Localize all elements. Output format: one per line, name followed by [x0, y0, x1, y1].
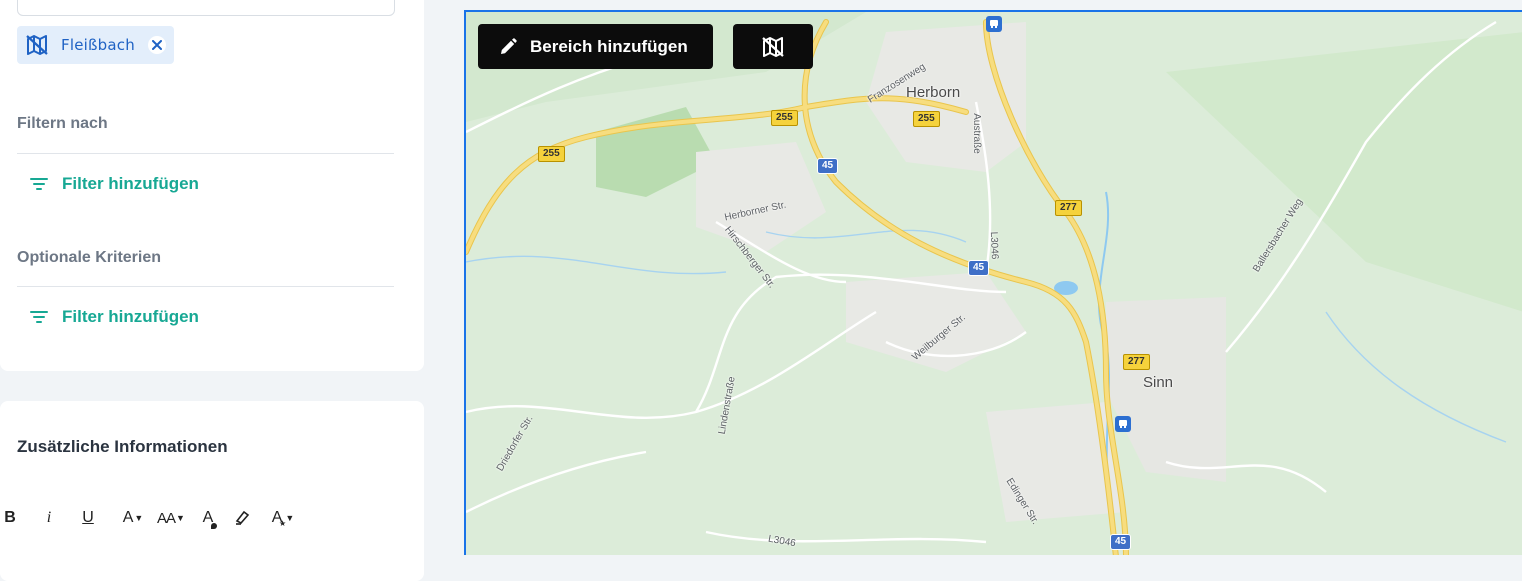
optional-section-label: Optionale Kriterien	[17, 249, 162, 266]
chevron-down-icon: ▼	[285, 513, 295, 523]
highlight-button[interactable]	[231, 505, 253, 531]
italic-button[interactable]: i	[39, 505, 59, 531]
add-area-button[interactable]: Bereich hinzufügen	[478, 24, 713, 69]
filter-icon	[29, 307, 49, 327]
road-shield-a45: 45	[817, 158, 839, 174]
underline-label: U	[82, 509, 94, 526]
road-shield-a45: 45	[1110, 534, 1132, 550]
road-shield-a45: 45	[968, 260, 990, 276]
street-label: Austraße	[970, 113, 982, 154]
underline-button[interactable]: U	[78, 505, 98, 531]
road-shield-b277: 277	[1055, 200, 1082, 216]
chevron-down-icon: ▼	[134, 513, 144, 523]
location-chip-label: Fleißbach	[61, 36, 135, 54]
location-chip: Fleißbach	[17, 26, 174, 64]
add-optional-filter-button[interactable]: Filter hinzufügen	[29, 307, 199, 327]
add-filter-label: Filter hinzufügen	[62, 174, 199, 193]
road-shield-b277: 277	[1123, 354, 1150, 370]
street-label: L3046	[987, 231, 1000, 260]
add-optional-filter-label: Filter hinzufügen	[62, 307, 199, 326]
font-color-button[interactable]: A ▼	[120, 505, 146, 531]
pencil-icon	[498, 37, 518, 57]
font-size-button[interactable]: AA ▼	[156, 505, 186, 531]
map-hidden-icon	[25, 33, 49, 57]
close-icon[interactable]	[148, 36, 166, 54]
train-station-icon[interactable]	[986, 16, 1002, 32]
color-drop-icon	[211, 523, 217, 529]
map-view[interactable]: Herborn Sinn Franzosenweg Austraße Herbo…	[464, 10, 1522, 555]
place-label-sinn: Sinn	[1143, 374, 1174, 391]
font-color-label: A	[122, 509, 134, 526]
additional-info-title: Zusätzliche Informationen	[17, 437, 228, 456]
additional-info-card	[0, 401, 424, 581]
add-area-label: Bereich hinzufügen	[530, 36, 688, 56]
optional-divider	[17, 286, 394, 287]
filter-divider	[17, 153, 394, 154]
star-icon: ★	[279, 519, 287, 528]
italic-label: i	[46, 509, 52, 526]
road-shield-b255: 255	[771, 110, 798, 126]
map-base-layer	[466, 12, 1522, 555]
filter-icon	[29, 174, 49, 194]
place-label-herborn: Herborn	[906, 84, 961, 101]
text-color-button[interactable]: A	[198, 505, 218, 531]
font-size-label: AA	[157, 509, 176, 527]
highlighter-icon	[233, 509, 251, 527]
location-search-input[interactable]	[17, 0, 395, 16]
text-style-button[interactable]: A ★ ▼	[269, 505, 297, 531]
hide-map-layer-button[interactable]	[733, 24, 813, 69]
filter-section-label: Filtern nach	[17, 115, 108, 132]
text-format-toolbar: B i U A ▼ AA ▼ A A ★ ▼	[0, 505, 297, 531]
chevron-down-icon: ▼	[176, 513, 185, 523]
add-filter-button[interactable]: Filter hinzufügen	[29, 174, 199, 194]
bold-label: B	[4, 509, 16, 526]
train-station-icon[interactable]	[1115, 416, 1131, 432]
bold-button[interactable]: B	[0, 505, 20, 531]
road-shield-b255: 255	[538, 146, 565, 162]
map-hidden-icon	[761, 35, 785, 59]
road-shield-b255: 255	[913, 111, 940, 127]
